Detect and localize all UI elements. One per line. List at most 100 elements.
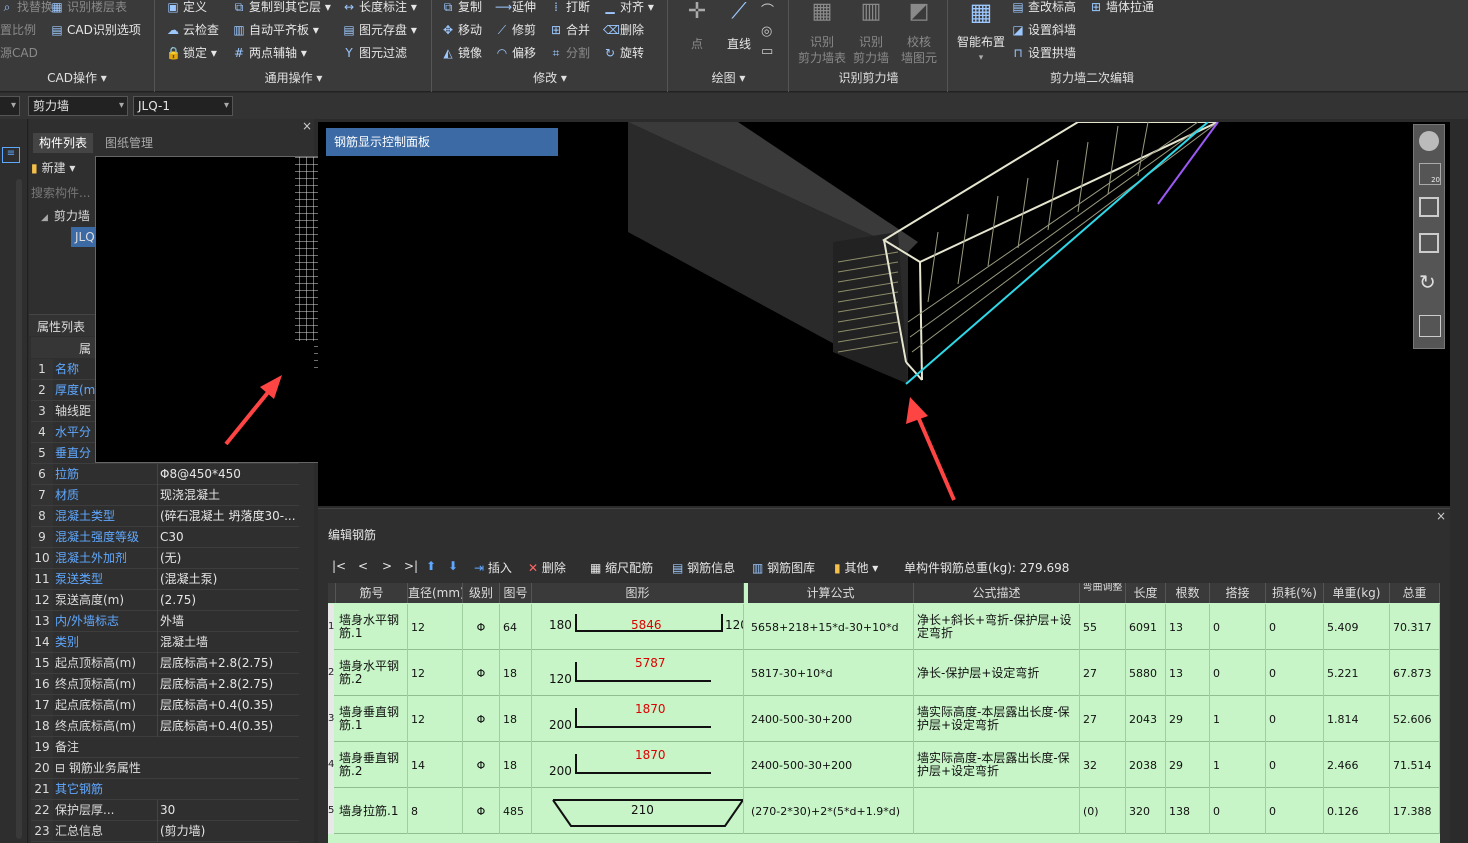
element-filter-button[interactable]: Y 图元过滤 [342,43,407,63]
cell-len[interactable]: 320 [1126,788,1166,834]
row-index[interactable]: 2 [328,650,334,696]
prop-row[interactable]: 11 泵送类型 (混凝土泵) [31,569,299,590]
prop-value[interactable]: 现浇混凝土 [157,485,299,506]
table-row[interactable]: 5 墙身拉筋.1 8 Φ 485 210 (270-2*30)+2*(5*d+1.9*d) (… [328,788,1440,834]
cell-bend[interactable]: 32 [1080,742,1126,788]
cell-bend[interactable]: (0) [1080,788,1126,834]
cell-lap[interactable]: 0 [1210,604,1266,650]
cell-dia[interactable]: 12 [408,604,463,650]
prop-row[interactable]: 14 类别 混凝土墙 [31,632,299,653]
cell-lap[interactable]: 1 [1210,696,1266,742]
cell-fig[interactable]: 64 [500,604,532,650]
table-row[interactable]: 4 墙身垂直钢筋.2 14 Φ 18 200 1870 2400-500-30+200 墙实际高… [328,742,1440,788]
scale-badge-icon[interactable]: 20 [1419,163,1441,185]
align-button[interactable]: ▁ 对齐 ▾ [603,0,653,17]
prop-row[interactable]: 22 保护层厚... 30 [31,800,299,821]
prop-row[interactable]: 21 其它钢筋 [31,779,299,800]
globe-icon[interactable] [1419,131,1439,151]
merge-button[interactable]: ⊞ 合并 [549,20,590,40]
column-header[interactable]: 公式描述 [914,583,1080,603]
prop-row[interactable]: 23 汇总信息 (剪力墙) [31,821,299,842]
prop-row[interactable]: 17 起点底标高(m) 层底标高+0.4(0.35) [31,695,299,716]
cell-dia[interactable]: 8 [408,788,463,834]
cell-fig[interactable]: 18 [500,650,532,696]
cell-fig[interactable]: 485 [500,788,532,834]
other-button[interactable]: ▮ 其他 ▾ [834,559,878,576]
box-view-icon[interactable] [1419,233,1439,253]
cell-shape[interactable]: 210 [532,788,744,834]
prop-value[interactable]: C30 [157,527,299,548]
cad-group-label[interactable]: CAD操作 ▾ [0,69,154,86]
recognize-wall-button[interactable]: ▥ 识别 剪力墙 [848,1,894,66]
cell-len[interactable]: 2038 [1126,742,1166,788]
cell-formula[interactable]: 2400-500-30+200 [748,742,914,788]
cell-bend[interactable]: 55 [1080,604,1126,650]
cell-bend[interactable]: 27 [1080,696,1126,742]
rotate-button[interactable]: ↻ 旋转 [603,43,644,63]
column-header[interactable]: 图形 [532,583,744,603]
row-index[interactable]: 1 [328,604,334,650]
cell-loss[interactable]: 0 [1266,696,1324,742]
first-button[interactable]: |< [332,559,346,573]
cell-unit[interactable]: 1.814 [1324,696,1390,742]
cell-shape[interactable]: 180 5846 120 [532,604,744,650]
cell-desc[interactable]: 墙实际高度-本层露出长度-保护层+设定弯折 [914,696,1080,742]
close-edit-icon[interactable]: × [1436,509,1446,523]
modify-group-label[interactable]: 修改 ▾ [433,69,667,86]
rebar-info-button[interactable]: ▤ 钢筋信息 [672,559,735,576]
prop-row[interactable]: 9 混凝土强度等级 C30 [31,527,299,548]
arc-tools[interactable]: ⌒ ◎ ▭ [761,2,781,62]
cell-grade[interactable]: Φ [463,696,500,742]
tab-drawing-manage[interactable]: 图纸管理 [99,133,159,153]
cell-loss[interactable]: 0 [1266,604,1324,650]
prop-value[interactable]: (剪力墙) [157,821,299,842]
component-name-select[interactable]: JLQ-1 [133,96,233,116]
prop-row[interactable]: 15 起点顶标高(m) 层底标高+2.8(2.75) [31,653,299,674]
cell-name[interactable]: 墙身垂直钢筋.2 [336,742,408,788]
cell-formula[interactable]: (270-2*30)+2*(5*d+1.9*d) [748,788,914,834]
cell-total[interactable]: 71.514 [1390,742,1440,788]
column-header[interactable]: 搭接 [1210,583,1266,603]
cell-loss[interactable]: 0 [1266,788,1324,834]
cell-dia[interactable]: 14 [408,742,463,788]
prop-value[interactable]: (混凝土泵) [157,569,299,590]
cell-bend[interactable]: 27 [1080,650,1126,696]
insert-button[interactable]: ⇥ 插入 [474,559,512,576]
column-header[interactable]: 级别 [463,583,500,603]
table-row[interactable]: 1墙身水平钢筋.1 12 Φ 64 180 5846 120 5658+218+15*d-30… [328,604,1440,650]
search-input[interactable]: 搜索构件... [31,183,95,203]
cell-cnt[interactable]: 13 [1166,604,1210,650]
mirror-button[interactable]: ◭ 镜像 [441,43,482,63]
grid-view-icon[interactable] [1419,315,1441,337]
rebar-display-control-panel[interactable]: 钢筋显示控制面板 [326,128,558,156]
cell-desc[interactable]: 净长+斜长+弯折-保护层+设定弯折 [914,604,1080,650]
column-header[interactable]: 直径(mm) [408,583,463,603]
cell-cnt[interactable]: 138 [1166,788,1210,834]
cell-loss[interactable]: 0 [1266,742,1324,788]
next-button[interactable]: > [382,559,392,573]
prop-value[interactable]: 层底标高+2.8(2.75) [157,653,299,674]
slanted-wall-button[interactable]: ◪ 设置斜墙 [1011,20,1076,40]
floor-select[interactable] [0,96,20,116]
cell-total[interactable]: 52.606 [1390,696,1440,742]
scale-rebar-button[interactable]: ▦ 缩尺配筋 [590,559,653,576]
cell-name[interactable]: 墙身拉筋.1 [336,788,408,834]
cell-cnt[interactable]: 29 [1166,696,1210,742]
prop-value[interactable]: 层底标高+0.4(0.35) [157,695,299,716]
copy-button[interactable]: ⧉ 复制 [441,0,482,17]
cell-lap[interactable]: 0 [1210,650,1266,696]
tree-item-jlq[interactable]: JLQ [71,227,95,247]
common-group-label[interactable]: 通用操作 ▾ [156,69,431,86]
prev-button[interactable]: < [358,559,368,573]
find-replace-button[interactable]: ⌕ 找替换 [0,0,53,17]
draw-group-label[interactable]: 绘图 ▾ [669,69,788,86]
close-panel-icon[interactable]: × [302,119,312,133]
cell-lap[interactable]: 1 [1210,742,1266,788]
define-button[interactable]: ▣ 定义 [166,0,207,17]
cell-unit[interactable]: 5.409 [1324,604,1390,650]
cell-fig[interactable]: 18 [500,742,532,788]
cell-grade[interactable]: Φ [463,788,500,834]
prop-value[interactable]: (无) [157,548,299,569]
cell-desc[interactable]: 墙实际高度-本层露出长度-保护层+设定弯折 [914,742,1080,788]
change-elevation-button[interactable]: ▤ 查改标高 [1011,0,1076,17]
